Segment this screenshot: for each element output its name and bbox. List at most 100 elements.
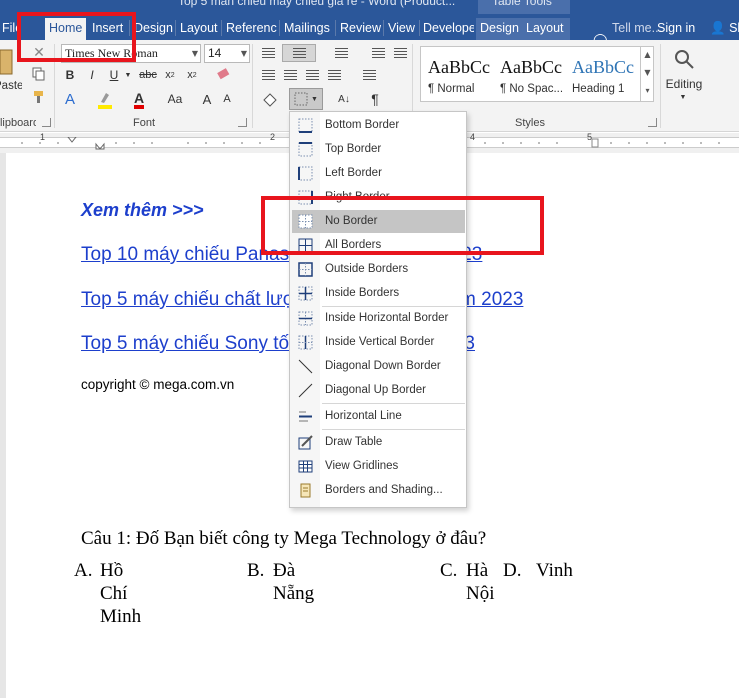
window-title: Top 5 màn chiếu máy chiếu giá rẻ - Word … — [178, 0, 456, 8]
tab-mailings[interactable]: Mailings — [280, 18, 334, 40]
chevron-down-icon: ▼ — [191, 49, 198, 58]
answer-line: Nội — [466, 583, 495, 604]
clipboard-group-label: Clipboard — [0, 117, 36, 129]
grow-font-icon[interactable]: A — [198, 90, 216, 108]
subscript-button[interactable]: x2 — [161, 66, 179, 84]
annotation-highlight-no-border — [261, 196, 544, 255]
font-dialog-launcher[interactable] — [238, 118, 247, 127]
answer-line: Minh — [100, 606, 142, 627]
borders-button[interactable]: ▼ — [289, 88, 323, 110]
context-group-label: Table Tools — [492, 0, 552, 8]
tab-developer[interactable]: Developer — [419, 18, 474, 40]
menu-item-inside-borders[interactable]: Inside Borders — [292, 282, 465, 305]
font-group-label: Font — [133, 117, 156, 129]
chevron-down-icon[interactable]: ▼ — [676, 92, 690, 102]
tab-layout[interactable]: Layout — [176, 18, 222, 40]
diagonal-down-border-icon — [298, 359, 313, 374]
font-color-icon[interactable]: A — [129, 90, 149, 110]
decrease-indent-icon[interactable] — [368, 44, 388, 62]
bullets-icon[interactable] — [258, 44, 278, 62]
answer-line: Chí — [100, 583, 128, 604]
chevron-up-icon[interactable]: ▲ — [641, 46, 654, 64]
answer-line: Hồ — [100, 560, 124, 581]
ruler-number: 1 — [40, 132, 46, 142]
more-styles-icon[interactable]: ▾ — [641, 82, 654, 100]
tab-design[interactable]: Design — [130, 18, 177, 40]
strikethrough-button[interactable]: abc — [137, 66, 159, 84]
copyright-text: copyright © mega.com.vn — [81, 377, 235, 392]
tab-view[interactable]: View — [384, 18, 419, 40]
font-size-box[interactable]: 14 ▼ — [204, 44, 250, 63]
share-label: Share — [729, 21, 739, 35]
bold-button[interactable]: B — [61, 66, 79, 84]
menu-item-bottom-border[interactable]: Bottom Border — [292, 114, 465, 137]
chevron-down-icon[interactable]: ▼ — [641, 64, 654, 82]
diagonal-up-border-icon — [298, 383, 313, 398]
quiz-question: Câu 1: Đố Bạn biết công ty Mega Technolo… — [81, 528, 487, 549]
menu-item-view-gridlines[interactable]: View Gridlines — [292, 455, 465, 478]
outside-borders-icon — [298, 262, 313, 277]
show-formatting-marks-icon[interactable]: ¶ — [366, 90, 384, 108]
menu-item-inside-horizontal-border[interactable]: Inside Horizontal Border — [292, 307, 465, 330]
tab-table-design[interactable]: Design — [476, 18, 522, 40]
borders-dropdown-menu: Bottom Border Top Border Left Border Rig… — [289, 111, 467, 508]
copy-icon[interactable] — [30, 66, 48, 82]
find-icon[interactable] — [667, 46, 701, 72]
share-icon: 👤 — [710, 21, 726, 35]
shrink-font-icon[interactable]: A — [218, 90, 236, 108]
bottom-border-icon — [298, 118, 313, 133]
sort-icon[interactable]: A↓ — [335, 90, 353, 108]
numbering-icon[interactable] — [282, 44, 316, 62]
menu-item-outside-borders[interactable]: Outside Borders — [292, 258, 465, 281]
menu-item-draw-table[interactable]: Draw Table — [292, 431, 465, 454]
chevron-down-icon[interactable]: ▼ — [123, 66, 133, 84]
clipboard-dialog-launcher[interactable] — [42, 118, 51, 127]
highlight-color-icon[interactable] — [95, 90, 115, 110]
ruler-number: 5 — [587, 132, 593, 142]
format-painter-icon[interactable] — [30, 89, 48, 105]
paste-button[interactable]: Paste — [0, 79, 22, 93]
menu-item-top-border[interactable]: Top Border — [292, 138, 465, 161]
align-left-icon[interactable] — [258, 66, 278, 84]
inside-horizontal-border-icon — [298, 311, 313, 326]
superscript-button[interactable]: x2 — [183, 66, 201, 84]
menu-divider — [322, 403, 465, 404]
menu-item-horizontal-line[interactable]: Horizontal Line — [292, 405, 465, 428]
style-heading-1[interactable]: AaBbCc Heading 1 — [565, 47, 637, 101]
answer-line: Nẵng — [273, 583, 315, 604]
answer-line: Vinh — [536, 560, 573, 581]
tab-review[interactable]: Review — [336, 18, 385, 40]
menu-item-left-border[interactable]: Left Border — [292, 162, 465, 185]
underline-button[interactable]: U — [105, 66, 123, 84]
multilevel-list-icon[interactable] — [331, 44, 351, 62]
styles-gallery: AaBbCc ¶ Normal AaBbCc ¶ No Spac... AaBb… — [420, 46, 654, 102]
answer-line: Đà — [273, 560, 296, 581]
increase-indent-icon[interactable] — [390, 44, 410, 62]
paste-icon[interactable] — [0, 44, 14, 78]
shading-icon[interactable] — [258, 90, 282, 110]
horizontal-line-icon — [299, 411, 312, 422]
justify-icon[interactable] — [324, 66, 344, 84]
menu-item-borders-and-shading[interactable]: Borders and Shading... — [292, 479, 465, 502]
tab-table-layout[interactable]: Layout — [522, 18, 570, 40]
styles-dialog-launcher[interactable] — [648, 118, 657, 127]
style-no-spacing[interactable]: AaBbCc ¶ No Spac... — [493, 47, 565, 101]
menu-item-diagonal-up-border[interactable]: Diagonal Up Border — [292, 379, 465, 402]
align-right-icon[interactable] — [302, 66, 322, 84]
sign-in-link[interactable]: Sign in — [653, 18, 699, 40]
styles-gallery-scroll[interactable]: ▲ ▼ ▾ — [640, 46, 654, 102]
see-more-heading: Xem thêm >>> — [81, 200, 204, 220]
line-spacing-icon[interactable] — [356, 66, 382, 84]
align-center-icon[interactable] — [280, 66, 300, 84]
text-effects-icon[interactable]: A — [61, 90, 79, 108]
share-button[interactable]: 👤 Share — [706, 18, 739, 40]
menu-item-inside-vertical-border[interactable]: Inside Vertical Border — [292, 331, 465, 354]
style-normal[interactable]: AaBbCc ¶ Normal — [421, 47, 493, 101]
editing-button[interactable]: Editing — [663, 76, 705, 92]
italic-button[interactable]: I — [83, 66, 101, 84]
clear-formatting-icon[interactable] — [214, 66, 234, 84]
chevron-down-icon: ▼ — [240, 49, 247, 58]
change-case-button[interactable]: Aa — [163, 90, 187, 108]
menu-item-diagonal-down-border[interactable]: Diagonal Down Border — [292, 355, 465, 378]
tab-references[interactable]: References — [222, 18, 277, 40]
